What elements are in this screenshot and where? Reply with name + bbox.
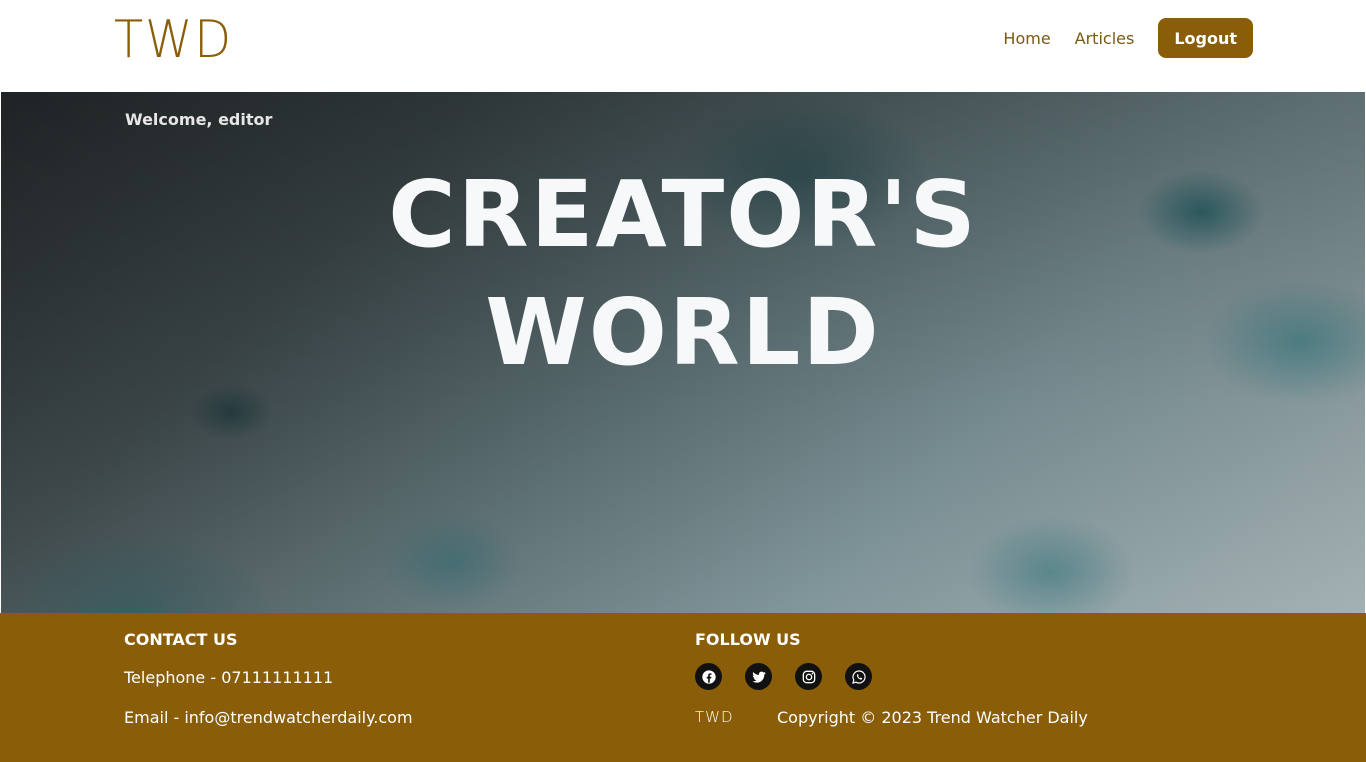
logout-button[interactable]: Logout [1158, 18, 1253, 58]
contact-email: Email - info@trendwatcherdaily.com [124, 708, 413, 727]
hero-banner: Welcome, editor CREATOR'S WORLD [1, 92, 1365, 613]
twitter-icon[interactable] [745, 663, 772, 690]
nav-home-link[interactable]: Home [1003, 29, 1050, 48]
contact-telephone: Telephone - 07111111111 [124, 668, 334, 687]
whatsapp-icon[interactable] [845, 663, 872, 690]
hero-title-line1: CREATOR'S [388, 161, 978, 268]
instagram-icon[interactable] [795, 663, 822, 690]
follow-heading: FOLLOW US [695, 630, 801, 649]
facebook-icon[interactable] [695, 663, 722, 690]
site-header: TWD Home Articles Logout [0, 0, 1366, 92]
hero-title: CREATOR'S WORLD [1, 156, 1365, 392]
welcome-message: Welcome, editor [125, 110, 273, 129]
site-footer: CONTACT US Telephone - 07111111111 Email… [0, 613, 1366, 762]
copyright-text: Copyright © 2023 Trend Watcher Daily [777, 708, 1088, 727]
site-logo[interactable]: TWD [114, 10, 233, 70]
hero-title-line2: WORLD [485, 279, 881, 386]
footer-logo: TWD [695, 708, 734, 726]
social-links [695, 663, 895, 690]
nav-articles-link[interactable]: Articles [1075, 29, 1135, 48]
main-nav: Home Articles Logout [1003, 18, 1253, 58]
contact-heading: CONTACT US [124, 630, 238, 649]
